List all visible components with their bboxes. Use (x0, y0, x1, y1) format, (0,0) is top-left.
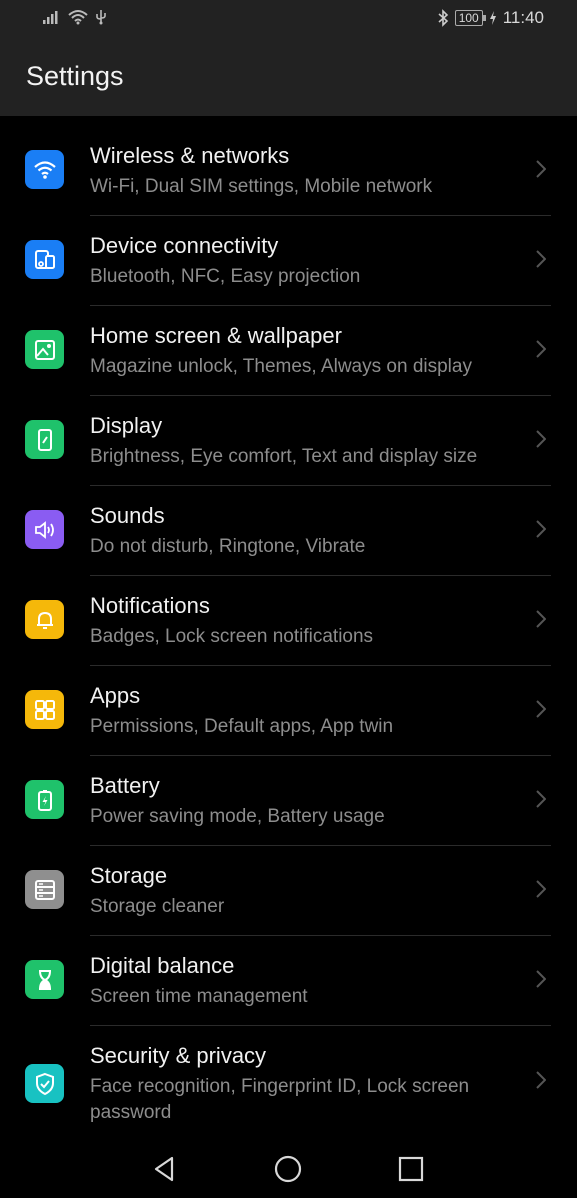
settings-item-device-connectivity[interactable]: Device connectivity Bluetooth, NFC, Easy… (0, 216, 577, 306)
usb-icon (96, 10, 106, 25)
settings-item-title: Notifications (90, 593, 210, 618)
speaker-icon (25, 510, 64, 549)
settings-item-battery[interactable]: Battery Power saving mode, Battery usage (0, 756, 577, 846)
status-right-icons: 100 11:40 (437, 8, 544, 28)
settings-item-subtitle: Storage cleaner (90, 896, 225, 917)
shield-icon (25, 1064, 64, 1103)
chevron-right-icon (536, 790, 546, 808)
settings-item-title: Wireless & networks (90, 143, 290, 168)
settings-item-title: Storage (90, 863, 168, 888)
chevron-right-icon (536, 1071, 546, 1089)
chevron-right-icon (536, 340, 546, 358)
settings-item-subtitle: Badges, Lock screen notifications (90, 626, 374, 647)
settings-item-subtitle: Wi-Fi, Dual SIM settings, Mobile network (90, 176, 433, 197)
settings-item-security-privacy[interactable]: Security & privacy Face recognition, Fin… (0, 1026, 577, 1142)
chevron-right-icon (536, 880, 546, 898)
settings-item-subtitle: Power saving mode, Battery usage (90, 806, 385, 827)
back-icon[interactable] (150, 1154, 180, 1184)
settings-item-wireless-networks[interactable]: Wireless & networks Wi-Fi, Dual SIM sett… (0, 126, 577, 216)
wifi-icon (25, 150, 64, 189)
bell-icon (25, 600, 64, 639)
chevron-right-icon (536, 520, 546, 538)
settings-item-subtitle: Permissions, Default apps, App twin (90, 716, 394, 737)
settings-item-subtitle: Brightness, Eye comfort, Text and displa… (90, 446, 478, 467)
status-bar: 100 11:40 (0, 0, 577, 40)
status-time: 11:40 (502, 8, 544, 27)
settings-item-subtitle: Do not disturb, Ringtone, Vibrate (90, 536, 366, 557)
display-icon (25, 420, 64, 459)
settings-item-title: Digital balance (90, 953, 235, 978)
battery-icon (25, 780, 64, 819)
settings-item-title: Battery (90, 773, 160, 798)
settings-item-title: Sounds (90, 503, 165, 528)
status-left-icons (42, 9, 108, 25)
chevron-right-icon (536, 970, 546, 988)
chevron-right-icon (536, 160, 546, 178)
home-icon[interactable] (273, 1154, 303, 1184)
settings-item-subtitle: Magazine unlock, Themes, Always on displ… (90, 356, 472, 377)
settings-item-home-screen-wallpaper[interactable]: Home screen & wallpaper Magazine unlock,… (0, 306, 577, 396)
app-header: Settings (0, 40, 577, 116)
image-icon (25, 330, 64, 369)
settings-item-display[interactable]: Display Brightness, Eye comfort, Text an… (0, 396, 577, 486)
signal-icon (43, 11, 58, 24)
recents-icon[interactable] (396, 1154, 426, 1184)
settings-item-notifications[interactable]: Notifications Badges, Lock screen notifi… (0, 576, 577, 666)
settings-item-title: Security & privacy (90, 1043, 267, 1068)
page-title: Settings (26, 61, 124, 91)
devices-icon (25, 240, 64, 279)
hourglass-icon (25, 960, 64, 999)
settings-item-subtitle: Screen time management (90, 986, 308, 1007)
settings-item-subtitle: Face recognition, Fingerprint ID, Lock s… (90, 1076, 470, 1123)
bluetooth-icon (438, 9, 448, 27)
apps-grid-icon (25, 690, 64, 729)
settings-item-sounds[interactable]: Sounds Do not disturb, Ringtone, Vibrate (0, 486, 577, 576)
settings-item-title: Display (90, 413, 163, 438)
battery-indicator: 100 (454, 10, 486, 26)
settings-item-title: Home screen & wallpaper (90, 323, 342, 348)
storage-icon (25, 870, 64, 909)
settings-item-digital-balance[interactable]: Digital balance Screen time management (0, 936, 577, 1026)
chevron-right-icon (536, 610, 546, 628)
chevron-right-icon (536, 700, 546, 718)
settings-item-subtitle: Bluetooth, NFC, Easy projection (90, 266, 361, 287)
settings-item-title: Device connectivity (90, 233, 279, 258)
chevron-right-icon (536, 430, 546, 448)
settings-item-title: Apps (90, 683, 141, 708)
settings-item-apps[interactable]: Apps Permissions, Default apps, App twin (0, 666, 577, 756)
chevron-right-icon (536, 250, 546, 268)
charging-icon (489, 11, 496, 25)
navigation-bar (0, 1140, 577, 1198)
wifi-icon (68, 10, 88, 25)
settings-item-storage[interactable]: Storage Storage cleaner (0, 846, 577, 936)
settings-list: Wireless & networks Wi-Fi, Dual SIM sett… (0, 126, 577, 1142)
